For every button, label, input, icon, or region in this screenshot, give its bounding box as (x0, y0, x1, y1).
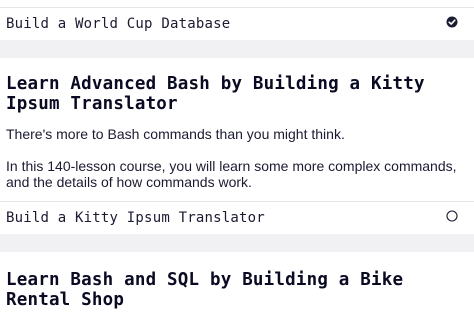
project-label: Build a Kitty Ipsum Translator (6, 210, 265, 226)
project-row-kitty-ipsum-translator[interactable]: Build a Kitty Ipsum Translator (0, 201, 474, 234)
check-circle-icon (446, 15, 458, 33)
course-description: There's more to Bash commands than you m… (6, 126, 345, 142)
section-divider (0, 40, 474, 58)
course-description-detail: In this 140-lesson course, you will lear… (6, 158, 457, 190)
project-label: Build a World Cup Database (6, 16, 231, 32)
course-title: Learn Advanced Bash by Building a Kitty … (6, 74, 425, 114)
project-row-world-cup-database[interactable]: Build a World Cup Database (0, 7, 474, 40)
section-divider (0, 234, 474, 252)
course-title: Learn Bash and SQL by Building a Bike Re… (6, 270, 404, 310)
empty-circle-icon (446, 209, 458, 227)
